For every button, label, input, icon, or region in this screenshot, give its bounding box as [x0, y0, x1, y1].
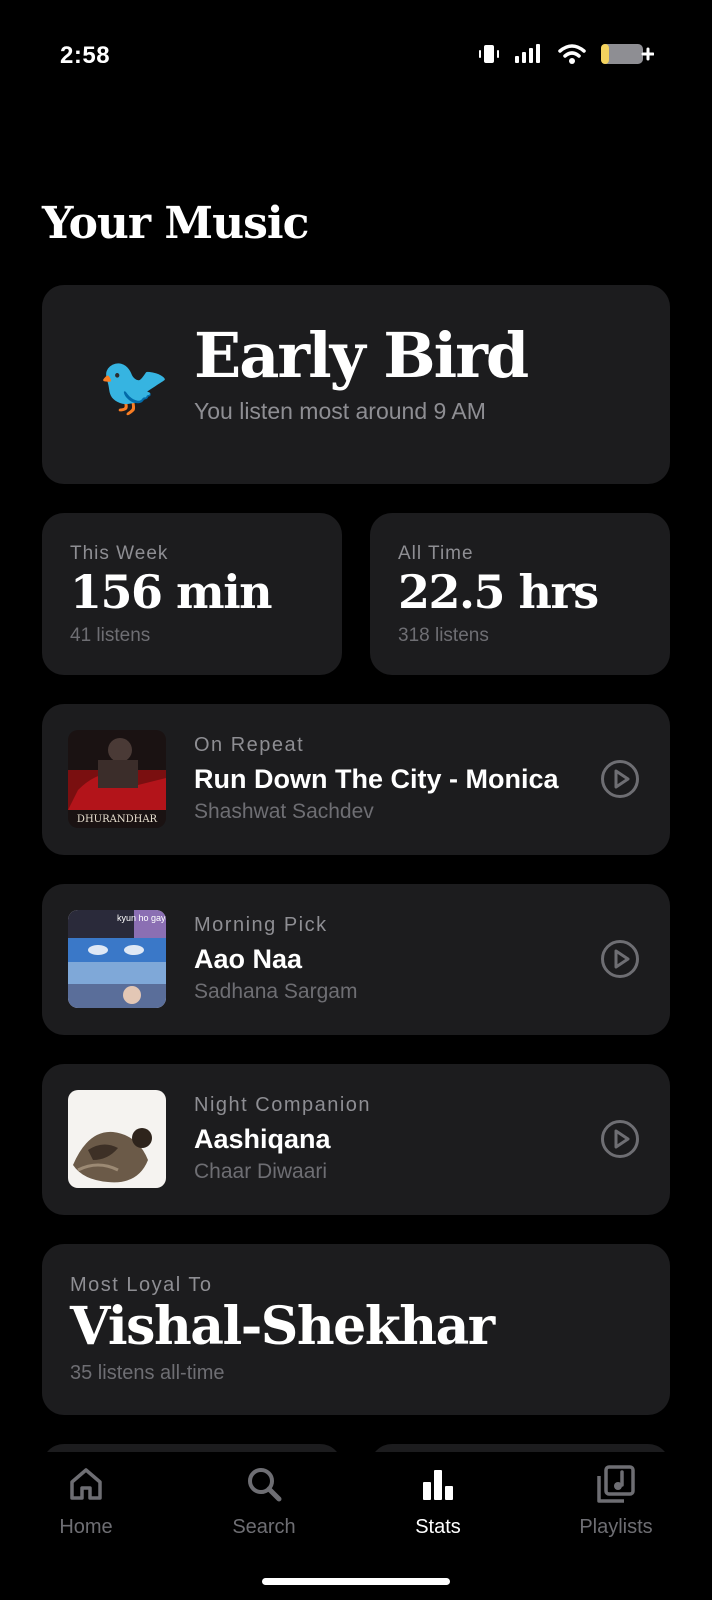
most-loyal-card: Most Loyal To Vishal-Shekhar 35 listens …: [42, 1244, 670, 1415]
persona-title: Early Bird: [194, 319, 529, 392]
tab-label: Stats: [415, 1516, 461, 1538]
track-category: Morning Pick: [194, 914, 328, 936]
most-loyal-listens: 35 listens all-time: [70, 1362, 225, 1384]
most-loyal-label: Most Loyal To: [70, 1274, 213, 1296]
track-title: Aao Naa: [194, 944, 303, 974]
home-icon: [70, 1468, 102, 1500]
this-week-listens: 41 listens: [70, 625, 151, 646]
track-artist: Chaar Diwaari: [194, 1160, 328, 1183]
track-card-night-companion[interactable]: Night Companion Aashiqana Chaar Diwaari: [42, 1064, 670, 1215]
track-card-morning-pick[interactable]: kyun ho gaya na Morning Pick Aao Naa Sad…: [42, 884, 670, 1035]
wifi-icon: [558, 44, 586, 64]
bar-chart-icon: [423, 1470, 453, 1500]
track-title: Aashiqana: [194, 1124, 331, 1154]
tab-playlists[interactable]: Playlists: [546, 1462, 686, 1539]
all-time-value: 22.5 hrs: [398, 565, 599, 619]
cellular-signal-icon: [515, 44, 540, 63]
status-bar: 2:58: [0, 0, 712, 110]
svg-text:kyun ho gaya na: kyun ho gaya na: [117, 913, 166, 923]
bird-icon: 🐦: [98, 354, 171, 419]
album-art: kyun ho gaya na: [68, 910, 166, 1008]
tab-stats[interactable]: Stats: [368, 1462, 508, 1539]
track-category: Night Companion: [194, 1094, 372, 1116]
album-art: [68, 1090, 166, 1188]
track-category: On Repeat: [194, 734, 305, 756]
play-button[interactable]: [600, 1119, 640, 1159]
vibrate-icon: [479, 45, 499, 63]
tab-label: Playlists: [579, 1516, 653, 1538]
playlist-icon: [597, 1465, 635, 1503]
play-button[interactable]: [600, 759, 640, 799]
battery-icon: [601, 44, 654, 64]
tab-home[interactable]: Home: [16, 1462, 156, 1539]
this-week-label: This Week: [70, 543, 169, 564]
search-icon: [248, 1468, 282, 1502]
tab-label: Home: [59, 1516, 113, 1538]
all-time-label: All Time: [398, 543, 474, 564]
play-button[interactable]: [600, 939, 640, 979]
home-indicator: [262, 1578, 450, 1585]
this-week-value: 156 min: [70, 565, 273, 619]
tab-label: Search: [232, 1516, 296, 1538]
status-icons: [478, 42, 654, 66]
status-time: 2:58: [60, 42, 111, 69]
track-card-on-repeat[interactable]: DHURANDHAR On Repeat Run Down The City -…: [42, 704, 670, 855]
persona-subtitle: You listen most around 9 AM: [194, 398, 486, 424]
all-time-listens: 318 listens: [398, 625, 489, 646]
this-week-card: This Week 156 min 41 listens: [42, 513, 342, 675]
all-time-card: All Time 22.5 hrs 318 listens: [370, 513, 670, 675]
tab-search[interactable]: Search: [194, 1462, 334, 1539]
track-title: Run Down The City - Monica: [194, 764, 559, 794]
track-artist: Sadhana Sargam: [194, 980, 358, 1003]
album-art: DHURANDHAR: [68, 730, 166, 828]
page-title: Your Music: [42, 198, 309, 249]
svg-text:DHURANDHAR: DHURANDHAR: [77, 814, 158, 825]
track-artist: Shashwat Sachdev: [194, 800, 374, 823]
most-loyal-artist: Vishal-Shekhar: [70, 1296, 495, 1357]
